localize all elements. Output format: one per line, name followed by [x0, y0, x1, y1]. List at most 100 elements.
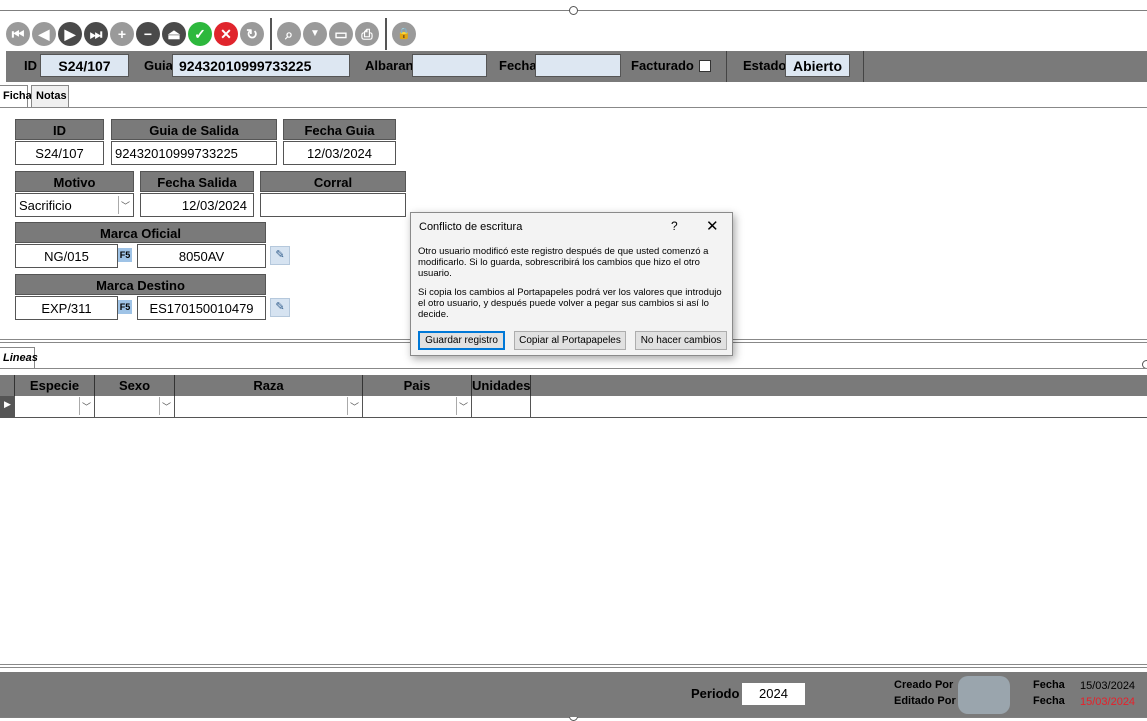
- lock-icon[interactable]: 🔒: [392, 22, 416, 46]
- dialog-title: Conflicto de escritura: [419, 221, 523, 233]
- grid-cell-unidades[interactable]: [472, 396, 531, 418]
- header-facturado-label: Facturado: [631, 58, 694, 73]
- pencil-edit-icon[interactable]: ✎: [270, 246, 290, 265]
- header-estado-field[interactable]: Abierto: [785, 54, 850, 77]
- form-fecha-salida-label: Fecha Salida: [140, 171, 254, 192]
- first-record-icon[interactable]: ⏮: [6, 22, 30, 46]
- chevron-down-icon[interactable]: ﹀: [79, 397, 93, 415]
- section-divider: [0, 664, 1147, 665]
- creado-por-label: Creado Por: [894, 679, 954, 691]
- header-separator: [726, 51, 727, 82]
- add-record-icon[interactable]: +: [110, 22, 134, 46]
- form-fecha-guia-label: Fecha Guia: [283, 119, 396, 140]
- dialog-message-2: Si copia los cambios al Portapapeles pod…: [418, 287, 722, 320]
- form-motivo-select[interactable]: Sacrificio ﹀: [15, 193, 134, 217]
- grid-cell-filler: [531, 396, 1147, 418]
- form-corral-field[interactable]: [260, 193, 406, 217]
- form-marca-destino-code-field[interactable]: EXP/311: [15, 296, 118, 320]
- header-fecha-field[interactable]: [535, 54, 621, 77]
- fecha-edited-value: 15/03/2024: [1080, 696, 1136, 708]
- grid-cell-sexo[interactable]: ﹀: [95, 396, 175, 418]
- cancel-record-icon[interactable]: ✕: [214, 22, 238, 46]
- tab-lineas[interactable]: Lineas: [0, 347, 38, 369]
- footer-bar: Periodo 2024 Creado Por Editado Por Fech…: [0, 672, 1147, 717]
- form-marca-oficial-code-field[interactable]: NG/015: [15, 244, 118, 268]
- filter-icon[interactable]: ▼: [303, 22, 327, 46]
- grid-row-selector[interactable]: ▶: [0, 396, 15, 418]
- refresh-icon[interactable]: ↻: [240, 22, 264, 46]
- no-changes-button[interactable]: No hacer cambios: [635, 331, 727, 350]
- grid-cell-especie[interactable]: ﹀: [15, 396, 95, 418]
- save-record-button[interactable]: Guardar registro: [418, 331, 505, 350]
- chevron-down-icon[interactable]: ﹀: [118, 196, 132, 214]
- header-id-label: ID: [24, 58, 37, 73]
- close-icon[interactable]: ✕: [706, 217, 719, 235]
- grid-header-raza[interactable]: Raza: [175, 375, 363, 396]
- form-motivo-value: Sacrificio: [19, 198, 72, 213]
- grid-header-pais[interactable]: Pais: [363, 375, 472, 396]
- form-fecha-salida-field[interactable]: 12/03/2024: [140, 193, 254, 217]
- help-icon[interactable]: ?: [671, 219, 678, 233]
- periodo-field[interactable]: 2024: [742, 683, 805, 705]
- search-icon[interactable]: ⌕: [277, 22, 301, 46]
- record-header-bar: ID S24/107 Guia 92432010999733225 Albara…: [6, 51, 1147, 82]
- periodo-label: Periodo: [691, 686, 740, 701]
- grid-cell-raza[interactable]: ﹀: [175, 396, 363, 418]
- fecha-created-label: Fecha: [1033, 679, 1065, 691]
- form-marca-oficial-value-field[interactable]: 8050AV: [137, 244, 266, 268]
- form-motivo-label: Motivo: [15, 171, 134, 192]
- toolbar-separator: [385, 18, 387, 50]
- copy-to-clipboard-button[interactable]: Copiar al Portapapeles: [514, 331, 626, 350]
- resize-handle-top[interactable]: [569, 6, 578, 15]
- header-fecha-label: Fecha: [499, 58, 537, 73]
- last-record-icon[interactable]: ⏭: [84, 22, 108, 46]
- preview-icon[interactable]: ▭: [329, 22, 353, 46]
- form-id-field[interactable]: S24/107: [15, 141, 104, 165]
- fecha-created-value: 15/03/2024: [1080, 680, 1136, 692]
- tab-panel-top-border: [0, 107, 1147, 108]
- tab-notas[interactable]: Notas: [31, 85, 69, 107]
- header-estado-label: Estado: [743, 58, 787, 73]
- header-guia-field[interactable]: 92432010999733225: [172, 54, 350, 77]
- form-id-label: ID: [15, 119, 104, 140]
- form-marca-destino-value-field[interactable]: ES170150010479: [137, 296, 266, 320]
- print-icon[interactable]: ⎙: [355, 22, 379, 46]
- pencil-edit-icon[interactable]: ✎: [270, 298, 290, 317]
- grid-cell-pais[interactable]: ﹀: [363, 396, 472, 418]
- tab-ficha[interactable]: Ficha: [0, 85, 32, 107]
- form-corral-label: Corral: [260, 171, 406, 192]
- grid-row-selector-header: [0, 375, 15, 396]
- header-albaran-field[interactable]: [412, 54, 487, 77]
- next-record-icon[interactable]: ▶: [58, 22, 82, 46]
- f5-lookup-icon[interactable]: F5: [118, 300, 132, 314]
- form-fecha-guia-field[interactable]: 12/03/2024: [283, 141, 396, 165]
- header-id-field[interactable]: S24/107: [40, 54, 129, 77]
- grid-header-sexo[interactable]: Sexo: [95, 375, 175, 396]
- chevron-down-icon[interactable]: ﹀: [347, 397, 361, 415]
- edit-record-icon[interactable]: ⏏: [162, 22, 186, 46]
- dialog-message-1: Otro usuario modificó este registro desp…: [418, 246, 709, 279]
- form-guia-salida-field[interactable]: 92432010999733225: [111, 141, 277, 165]
- previous-record-icon[interactable]: ◀: [32, 22, 56, 46]
- facturado-checkbox[interactable]: [699, 60, 711, 72]
- form-marca-destino-label: Marca Destino: [15, 274, 266, 295]
- f5-lookup-icon[interactable]: F5: [118, 248, 132, 262]
- header-guia-label: Guia: [144, 58, 173, 73]
- tab-panel-top-border: [0, 368, 1147, 369]
- chevron-down-icon[interactable]: ﹀: [456, 397, 470, 415]
- grid-header-unidades[interactable]: Unidades: [472, 375, 531, 396]
- fecha-edited-label: Fecha: [1033, 695, 1065, 707]
- record-toolbar: ⏮ ◀ ▶ ⏭ + − ⏏ ✓ ✕ ↻ ⌕ ▼ ▭ ⎙ 🔒: [6, 18, 418, 50]
- chevron-down-icon[interactable]: ﹀: [159, 397, 173, 415]
- save-record-icon[interactable]: ✓: [188, 22, 212, 46]
- user-avatar-redacted: [958, 676, 1010, 714]
- editado-por-label: Editado Por: [894, 695, 956, 707]
- section-divider: [0, 667, 1147, 668]
- header-separator: [863, 51, 864, 82]
- form-marca-oficial-label: Marca Oficial: [15, 222, 266, 243]
- grid-header-filler: [531, 375, 1147, 396]
- form-guia-salida-label: Guia de Salida: [111, 119, 277, 140]
- header-albaran-label: Albaran: [365, 58, 414, 73]
- delete-record-icon[interactable]: −: [136, 22, 160, 46]
- grid-header-especie[interactable]: Especie: [15, 375, 95, 396]
